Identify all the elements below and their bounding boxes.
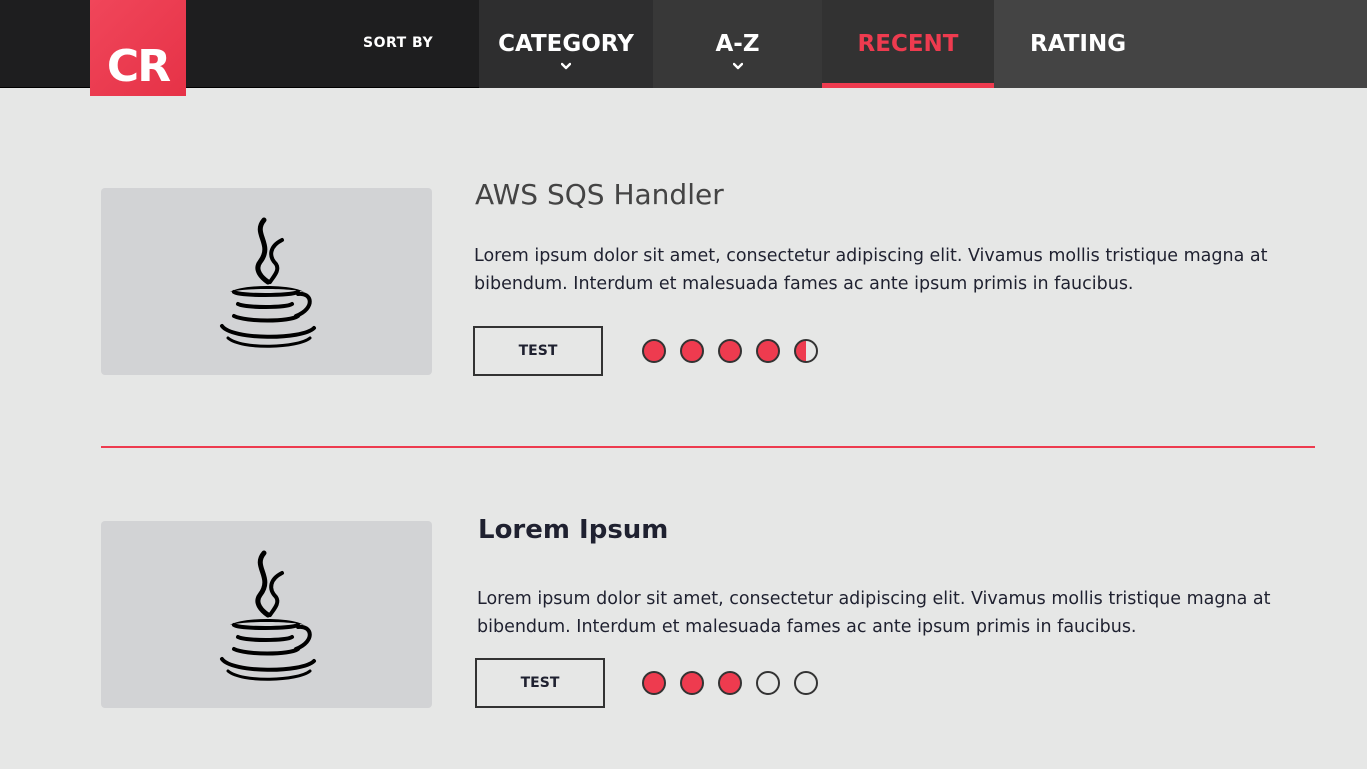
card-title[interactable]: AWS SQS Handler bbox=[475, 178, 724, 211]
card-description: Lorem ipsum dolor sit amet, consectetur … bbox=[474, 246, 1268, 294]
chevron-down-icon bbox=[561, 62, 571, 70]
tab-recent[interactable]: RECENT bbox=[822, 0, 994, 88]
rating bbox=[642, 671, 818, 695]
tab-rating[interactable]: RATING bbox=[994, 0, 1367, 88]
java-icon bbox=[219, 550, 316, 681]
card-title[interactable]: Lorem Ipsum bbox=[478, 515, 668, 545]
test-button[interactable]: TEST bbox=[475, 658, 605, 708]
test-button[interactable]: TEST bbox=[473, 326, 603, 376]
tab-a-z[interactable]: A-Z bbox=[653, 0, 822, 88]
rating-dot-full bbox=[680, 339, 704, 363]
divider bbox=[101, 446, 1315, 448]
card-thumbnail[interactable] bbox=[101, 521, 432, 708]
rating-dot-full bbox=[718, 671, 742, 695]
rating-dot-full bbox=[718, 339, 742, 363]
rating-dot-full bbox=[642, 671, 666, 695]
rating-dot-half bbox=[794, 339, 818, 363]
top-nav: CR SORT BY CATEGORY A-Z RECENT RATING bbox=[0, 0, 1367, 96]
tab-category[interactable]: CATEGORY bbox=[479, 0, 653, 88]
rating-dot-empty bbox=[794, 671, 818, 695]
card-thumbnail[interactable] bbox=[101, 188, 432, 375]
card-description: Lorem ipsum dolor sit amet, consectetur … bbox=[477, 589, 1271, 637]
tab-rating-label: RATING bbox=[1030, 31, 1127, 57]
sort-by-label: SORT BY bbox=[363, 35, 434, 51]
logo[interactable]: CR bbox=[90, 0, 186, 96]
tab-recent-label: RECENT bbox=[857, 31, 959, 57]
tab-a-z-label: A-Z bbox=[715, 31, 760, 57]
rating-dot-full bbox=[642, 339, 666, 363]
rating bbox=[642, 339, 818, 363]
rating-dot-full bbox=[756, 339, 780, 363]
rating-dot-empty bbox=[756, 671, 780, 695]
java-icon bbox=[219, 217, 316, 348]
tab-category-label: CATEGORY bbox=[498, 31, 634, 57]
rating-dot-full bbox=[680, 671, 704, 695]
chevron-down-icon bbox=[732, 62, 743, 70]
